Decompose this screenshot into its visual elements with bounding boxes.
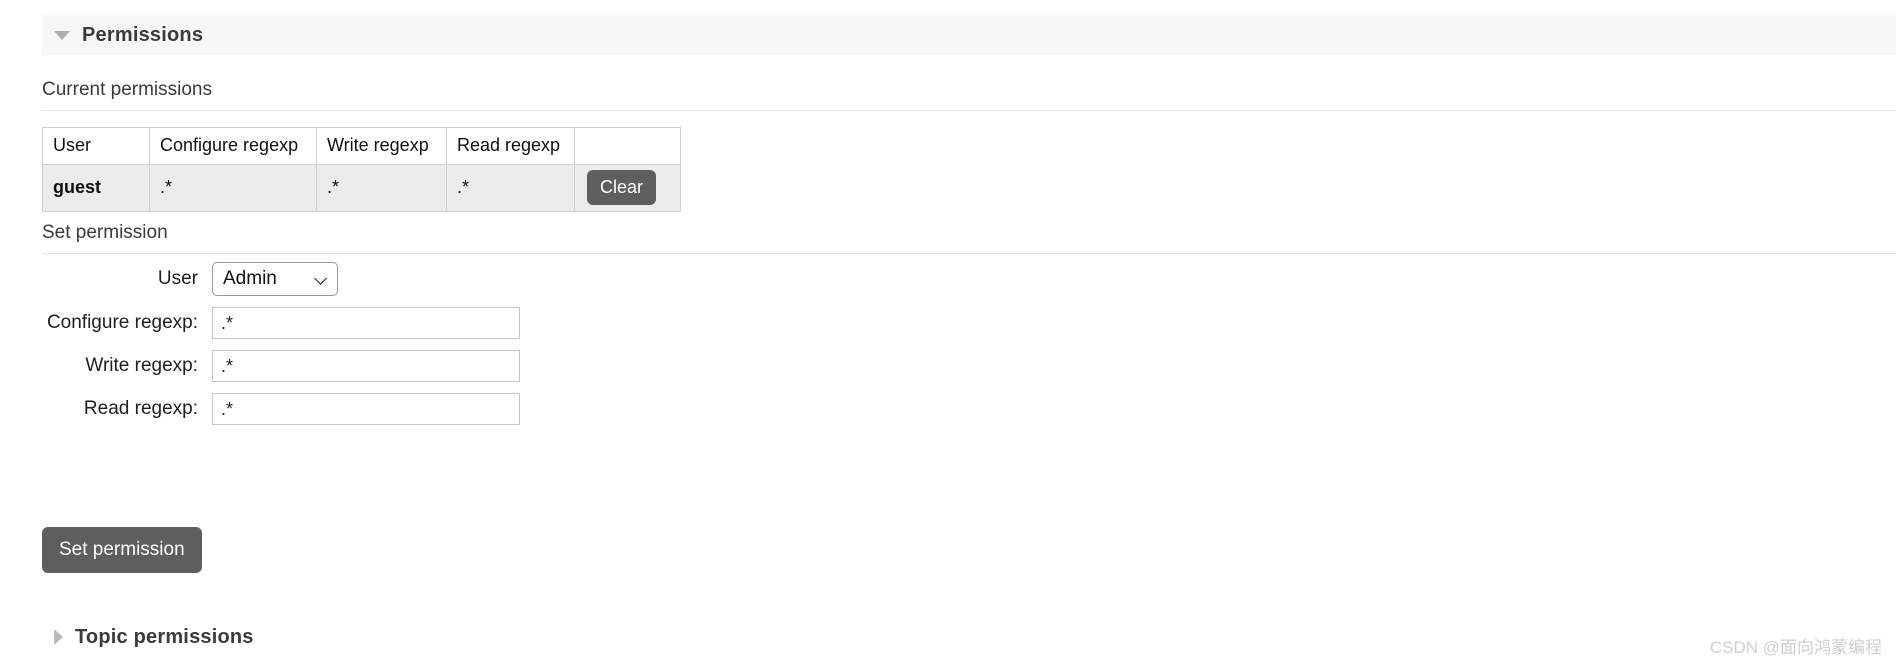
column-header-read-regexp: Read regexp bbox=[446, 127, 575, 165]
clear-permission-button[interactable]: Clear bbox=[587, 170, 657, 205]
column-header-user: User bbox=[42, 127, 150, 165]
topic-permissions-section-title: Topic permissions bbox=[75, 625, 254, 648]
column-header-write-regexp: Write regexp bbox=[316, 127, 447, 165]
set-permission-button[interactable]: Set permission bbox=[42, 527, 202, 573]
watermark-text: CSDN @面向鸿蒙编程 bbox=[1709, 638, 1882, 657]
permissions-section-header[interactable]: Permissions bbox=[42, 15, 1896, 55]
cell-configure-regexp: .* bbox=[149, 164, 317, 212]
form-row-configure-regexp: Configure regexp: bbox=[0, 307, 560, 339]
user-select-value: Admin bbox=[223, 268, 277, 289]
triangle-down-icon[interactable] bbox=[54, 30, 70, 40]
set-permission-heading: Set permission bbox=[42, 222, 1896, 254]
column-header-actions bbox=[574, 127, 681, 165]
label-write-regexp: Write regexp: bbox=[85, 355, 198, 376]
configure-regexp-input[interactable] bbox=[212, 307, 520, 339]
label-user: User bbox=[157, 268, 198, 289]
cell-read-regexp: .* bbox=[446, 164, 575, 212]
table-header-row: User Configure regexp Write regexp Read … bbox=[42, 127, 681, 165]
form-row-user: User Admin bbox=[0, 262, 560, 296]
set-permission-form: User Admin Configure regexp: Write regex… bbox=[0, 262, 560, 436]
user-select-wrapper[interactable]: Admin bbox=[212, 262, 338, 296]
table-row: guest .* .* .* Clear bbox=[42, 164, 681, 212]
triangle-right-icon[interactable] bbox=[54, 629, 63, 645]
write-regexp-input[interactable] bbox=[212, 350, 520, 382]
topic-permissions-section-header[interactable]: Topic permissions bbox=[42, 617, 1896, 657]
form-row-write-regexp: Write regexp: bbox=[0, 350, 560, 382]
form-row-read-regexp: Read regexp: bbox=[0, 393, 560, 425]
current-permissions-table: User Configure regexp Write regexp Read … bbox=[42, 127, 681, 212]
label-configure-regexp: Configure regexp: bbox=[46, 312, 198, 333]
label-read-regexp: Read regexp: bbox=[83, 398, 198, 419]
read-regexp-input[interactable] bbox=[212, 393, 520, 425]
cell-user: guest bbox=[42, 164, 150, 212]
current-permissions-heading: Current permissions bbox=[42, 79, 1896, 111]
cell-actions: Clear bbox=[574, 164, 681, 212]
user-select[interactable]: Admin bbox=[212, 262, 338, 296]
cell-write-regexp: .* bbox=[316, 164, 447, 212]
permissions-section-title: Permissions bbox=[82, 23, 204, 46]
column-header-configure-regexp: Configure regexp bbox=[149, 127, 317, 165]
